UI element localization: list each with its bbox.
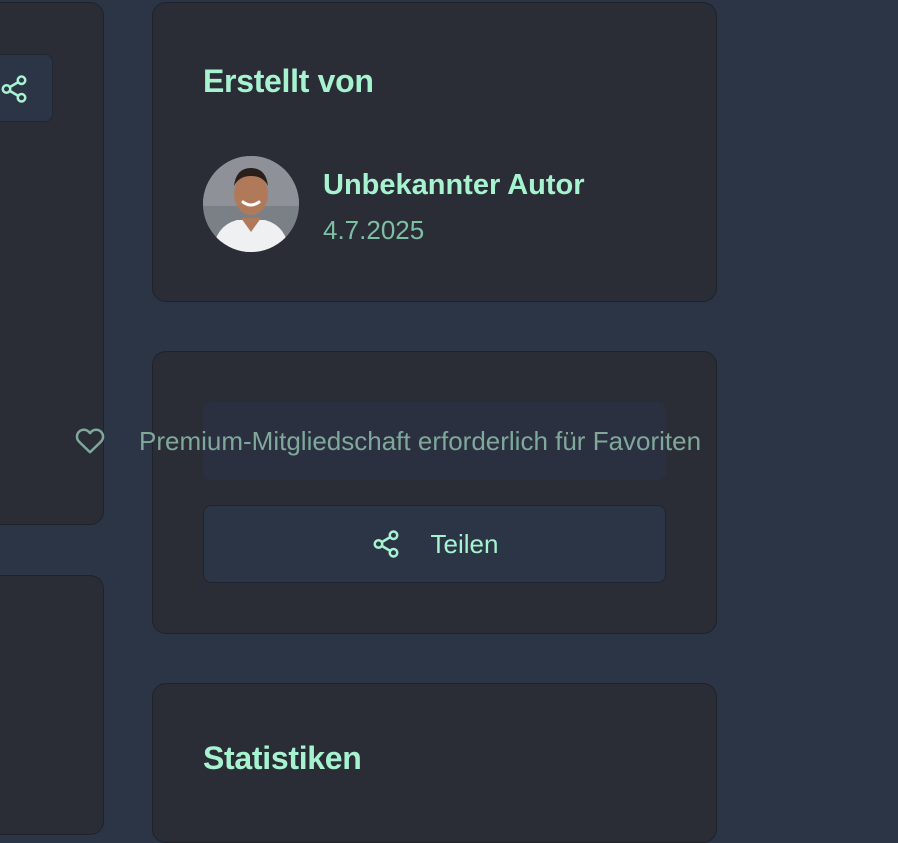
author-card-title: Erstellt von bbox=[203, 63, 374, 99]
author-card: Erstellt von Unbekannter Autor 4.7.2025 bbox=[152, 2, 717, 302]
left-content-card-lower bbox=[0, 575, 104, 835]
share-mini-button[interactable] bbox=[0, 54, 53, 122]
share-button-label: Teilen bbox=[430, 528, 499, 559]
heart-icon bbox=[75, 428, 105, 454]
stats-card-title: Statistiken bbox=[203, 740, 362, 776]
avatar bbox=[203, 156, 299, 252]
premium-notice-text: Premium-Mitgliedschaft erforderlich für … bbox=[139, 425, 702, 456]
share-button[interactable]: Teilen bbox=[203, 505, 666, 583]
author-name[interactable]: Unbekannter Autor bbox=[323, 169, 585, 202]
action-card: Teilen bbox=[152, 351, 717, 634]
share-icon bbox=[1, 75, 27, 103]
stats-card: Statistiken bbox=[152, 683, 717, 843]
author-date: 4.7.2025 bbox=[323, 215, 425, 245]
share-icon bbox=[373, 530, 399, 558]
premium-notice: Premium-Mitgliedschaft erforderlich für … bbox=[74, 421, 701, 461]
